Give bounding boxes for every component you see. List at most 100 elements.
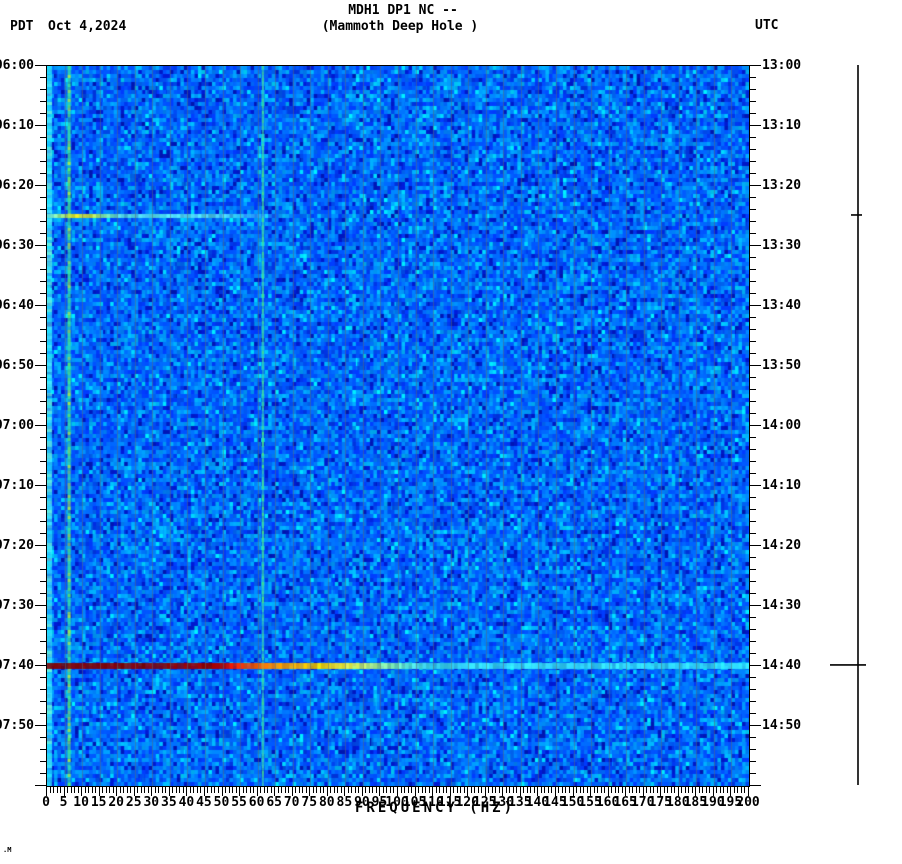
x-axis-tick (144, 787, 145, 793)
y-axis-tick-right (750, 545, 761, 546)
x-axis-tick (516, 787, 517, 793)
x-axis-tick (453, 787, 454, 793)
x-axis-tick (334, 787, 335, 793)
x-axis-tick (95, 787, 96, 793)
x-axis-label: 65 (266, 796, 282, 809)
y-axis-tick-left (40, 341, 46, 342)
y-axis-tick-left (40, 161, 46, 162)
x-axis-label: 5 (60, 796, 68, 809)
x-axis-tick (278, 787, 279, 793)
x-axis-tick (558, 787, 559, 793)
x-axis-tick (587, 787, 588, 793)
y-axis-tick-left (40, 413, 46, 414)
x-axis-tick (102, 787, 103, 793)
x-axis-tick (172, 787, 173, 793)
y-axis-tick-right (750, 89, 756, 90)
x-axis-label: 80 (319, 796, 335, 809)
x-axis-label: 10 (73, 796, 89, 809)
y-axis-tick-right (750, 617, 756, 618)
x-axis-tick (629, 787, 630, 793)
x-axis-tick (650, 787, 651, 793)
x-axis-tick (544, 787, 545, 793)
y-axis-tick-right (750, 221, 756, 222)
x-axis-tick (727, 787, 728, 793)
x-axis-tick (597, 787, 598, 793)
y-axis-tick-left (40, 437, 46, 438)
y-axis-tick-right (750, 173, 756, 174)
x-axis-tick (120, 787, 121, 793)
y-axis-tick-left (40, 641, 46, 642)
y-axis-tick-right (750, 749, 756, 750)
x-axis-tick (604, 787, 605, 793)
y-axis-tick-right (750, 245, 761, 246)
x-axis-tick (622, 787, 623, 793)
x-axis-tick (53, 787, 54, 793)
y-axis-tick-left (40, 653, 46, 654)
x-axis-tick (341, 787, 342, 793)
y-axis-tick-left (40, 89, 46, 90)
y-axis-tick-left (40, 257, 46, 258)
y-axis-tick-right (750, 101, 756, 102)
x-axis-tick (401, 787, 402, 793)
y-axis-tick-right (750, 521, 756, 522)
x-axis-label: 20 (108, 796, 124, 809)
y-axis-tick-left (40, 473, 46, 474)
x-axis-tick (734, 787, 735, 793)
x-axis-tick (299, 787, 300, 793)
x-axis-tick (583, 787, 584, 793)
y-axis-tick-left (35, 485, 46, 486)
x-axis-tick (211, 787, 212, 793)
x-axis-tick (509, 787, 510, 793)
x-axis-tick (541, 787, 542, 793)
y-axis-tick-left (40, 689, 46, 690)
y-axis-tick-right (750, 569, 756, 570)
y-axis-label-pdt: 06:50 (0, 359, 34, 372)
y-axis-label-utc: 14:20 (762, 539, 801, 552)
x-axis-tick (386, 787, 387, 793)
x-axis-tick (218, 787, 219, 793)
x-axis-tick (685, 787, 686, 793)
y-axis-tick-left (40, 701, 46, 702)
x-axis-tick (425, 787, 426, 793)
y-axis-tick-left (40, 353, 46, 354)
x-axis-tick (408, 787, 409, 793)
x-axis-tick (523, 787, 524, 793)
x-axis-tick (264, 787, 265, 793)
y-axis-tick-right (750, 125, 761, 126)
x-axis-tick (534, 787, 535, 793)
x-axis-tick (443, 787, 444, 793)
x-axis-tick (355, 787, 356, 793)
y-axis-tick-right (750, 413, 756, 414)
x-axis-tick (393, 787, 394, 793)
x-axis-tick (744, 787, 745, 793)
x-axis-tick (267, 787, 268, 793)
x-axis-tick (569, 787, 570, 793)
y-axis-tick-right (750, 329, 756, 330)
x-axis-tick (179, 787, 180, 793)
y-axis-tick-left (40, 713, 46, 714)
x-axis-tick (720, 787, 721, 793)
x-axis-tick (383, 787, 384, 793)
x-axis-tick (474, 787, 475, 793)
x-axis-tick (165, 787, 166, 793)
y-axis-label-utc: 14:40 (762, 659, 801, 672)
x-axis-tick (225, 787, 226, 793)
y-axis-tick-right (750, 281, 756, 282)
x-axis-label: 70 (284, 796, 300, 809)
y-axis-tick-right (750, 533, 756, 534)
x-axis-tick (615, 787, 616, 793)
y-axis-tick-left (35, 125, 46, 126)
x-axis-tick (429, 787, 430, 793)
y-axis-label-utc: 13:20 (762, 179, 801, 192)
x-axis-tick (123, 787, 124, 793)
x-axis-tick (330, 787, 331, 793)
x-axis-tick (320, 787, 321, 793)
x-axis-tick (737, 787, 738, 793)
footer-mark: .M (3, 846, 11, 854)
y-axis-tick-right (750, 353, 756, 354)
y-axis-tick-right (750, 365, 761, 366)
x-axis-tick (106, 787, 107, 793)
x-axis-tick (158, 787, 159, 793)
y-axis-tick-left (35, 185, 46, 186)
x-axis-tick (141, 787, 142, 793)
